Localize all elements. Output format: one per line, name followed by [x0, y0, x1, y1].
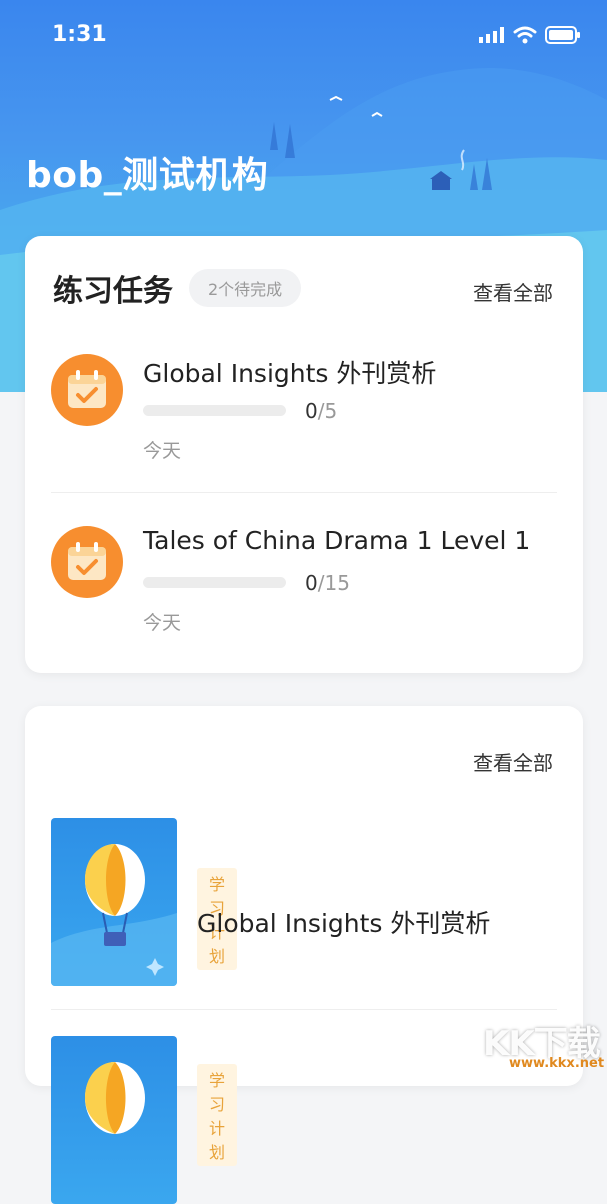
hot-air-balloon-icon: [51, 844, 177, 986]
status-time: 1:31: [52, 22, 107, 47]
plan-tag: 学习计划: [197, 1064, 238, 1166]
divider: [51, 492, 557, 493]
signal-icon: [479, 27, 504, 43]
organization-title: bob_测试机构: [26, 155, 269, 196]
plan-cover: [51, 1036, 177, 1204]
task-progress-bar: [143, 577, 286, 588]
battery-icon: [545, 26, 580, 44]
status-bar: 1:31: [0, 0, 607, 70]
task-name: Global Insights 外刊赏析: [143, 359, 437, 388]
hot-air-balloon-icon: [85, 1062, 145, 1134]
plan-cover: [51, 818, 177, 986]
task-progress-text: 0/15: [305, 571, 350, 595]
practice-tasks-card: 练习任务 2个待完成 查看全部 Global Insights 外刊赏析 0/5…: [25, 236, 583, 673]
wifi-icon: [513, 26, 537, 44]
calendar-check-icon: [51, 526, 123, 598]
calendar-check-icon: [51, 354, 123, 426]
task-date: 今天: [143, 612, 182, 634]
task-progress-text: 0/5: [305, 399, 338, 423]
card-title: 练习任务: [53, 274, 173, 309]
watermark-url: www.kkx.net: [509, 1056, 605, 1071]
task-item[interactable]: Global Insights 外刊赏析 0/5 今天: [25, 336, 583, 506]
view-all-tasks-link[interactable]: 查看全部: [473, 277, 553, 306]
plan-name: Global Insights 外刊赏析: [197, 909, 491, 938]
divider: [51, 1009, 557, 1010]
pending-badge: 2个待完成: [189, 269, 302, 307]
view-all-plans-link[interactable]: 查看全部: [473, 747, 553, 776]
watermark: KK下载 www.kkx.net: [483, 1004, 605, 1074]
task-item[interactable]: Tales of China Drama 1 Level 1 0/15 今天: [25, 508, 583, 678]
task-name: Tales of China Drama 1 Level 1: [143, 526, 531, 555]
task-date: 今天: [143, 440, 182, 462]
task-progress-bar: [143, 405, 286, 416]
